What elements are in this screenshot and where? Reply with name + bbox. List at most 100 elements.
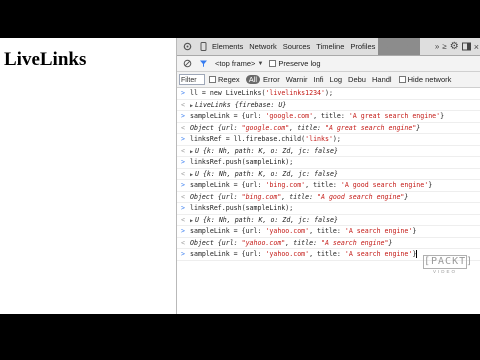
expand-triangle-icon[interactable]: ▶ [190, 172, 193, 178]
result-arrow-icon: < [181, 238, 185, 247]
tab-profiles[interactable]: Profiles [347, 38, 378, 55]
level-all[interactable]: All [245, 75, 261, 84]
result-arrow-icon: < [181, 123, 185, 132]
tab-sources[interactable]: Sources [280, 38, 314, 55]
inspect-icon[interactable] [181, 41, 193, 53]
code-token: U {k: Nh, path: K, o: Zd, jc: false} [195, 146, 338, 155]
code-token: U {k: Nh, path: K, o: Zd, jc: false} [195, 169, 338, 178]
clear-console-icon[interactable] [181, 58, 193, 70]
string-token: "A great search engine" [324, 123, 417, 132]
preserve-log-checkbox[interactable] [269, 60, 277, 67]
code-token: } [428, 181, 433, 189]
expand-triangle-icon[interactable]: ▶ [190, 218, 193, 224]
string-token: "A good search engine" [317, 192, 405, 201]
tab-resources[interactable]: Resources [378, 38, 421, 55]
console-input-line: > sampleLink = {url: 'yahoo.com', title: … [177, 226, 480, 238]
level-errors[interactable]: Error [260, 75, 283, 84]
result-arrow-icon: < [181, 215, 185, 224]
prompt-icon: > [181, 135, 185, 143]
console-input-line: > sampleLink = {url: 'bing.com', title: '… [177, 180, 480, 192]
prompt-icon: > [181, 89, 185, 97]
console-toolbar: <top frame> ▼ Preserve log [177, 56, 480, 72]
drawer-icon[interactable]: ≥ [442, 42, 446, 51]
code-token: sampleLink = {url: [190, 227, 266, 235]
code-token: , title: [305, 181, 341, 189]
hide-network-checkbox[interactable] [398, 76, 406, 83]
filter-input[interactable]: Filter [179, 74, 205, 85]
prompt-icon: > [181, 227, 185, 235]
code-token: sampleLink = {url: [190, 181, 266, 189]
code-token: linksRef.push(sampleLink); [190, 158, 294, 166]
console-output[interactable]: > ll = new LiveLinks('livelinks1234'); < ▶ L… [177, 88, 480, 314]
string-token: 'livelinks1234' [265, 89, 325, 97]
expand-triangle-icon[interactable]: ▶ [190, 149, 193, 155]
console-input-line: > sampleLink = {url: 'google.com', title:… [177, 111, 480, 123]
preserve-log-label: Preserve log [278, 59, 321, 68]
code-token: } [404, 192, 409, 201]
console-output-line: < ▶ U {k: Nh, path: K, o: Zd, jc: false} [177, 215, 480, 226]
console-input-line: > linksRef = ll.firebase.child('links'); [177, 134, 480, 146]
code-token: sampleLink = {url: [190, 112, 266, 120]
result-arrow-icon: < [181, 100, 185, 109]
string-token: "google.com" [241, 123, 290, 132]
tab-elements[interactable]: Elements [209, 38, 246, 55]
code-token: U {k: Nh, path: K, o: Zd, jc: false} [195, 215, 338, 224]
code-token: ); [332, 135, 341, 143]
gear-icon[interactable]: ⚙ [450, 41, 459, 52]
code-token: , title: [309, 227, 345, 235]
console-input-line: > linksRef.push(sampleLink); [177, 203, 480, 215]
code-token: , title: [289, 123, 325, 132]
result-arrow-icon: < [181, 169, 185, 178]
hide-network-label: Hide network [407, 75, 452, 84]
code-token: Object {url: [190, 238, 242, 247]
close-icon[interactable]: × [474, 42, 479, 52]
string-token: 'A search engine' [344, 250, 413, 258]
console-output-line: < ▶ U {k: Nh, path: K, o: Zd, jc: false} [177, 169, 480, 180]
console-input-line: > ll = new LiveLinks('livelinks1234'); [177, 88, 480, 100]
string-token: 'yahoo.com' [265, 250, 310, 258]
code-token: linksRef = ll.firebase.child( [190, 135, 306, 143]
result-arrow-icon: < [181, 146, 185, 155]
code-token: , title: [313, 112, 349, 120]
more-tabs-icon[interactable]: » [435, 42, 439, 51]
code-token: } [440, 112, 445, 120]
expand-triangle-icon[interactable]: ▶ [190, 103, 193, 109]
page-title: LiveLinks [4, 49, 87, 70]
string-token: 'google.com' [265, 112, 314, 120]
dock-icon[interactable] [461, 38, 471, 56]
code-token: Object {url: [190, 123, 242, 132]
string-token: 'bing.com' [265, 181, 306, 189]
console-output-line: < ▶ U {k: Nh, path: K, o: Zd, jc: false} [177, 146, 480, 157]
logo-mark: [PACKT] [423, 255, 474, 269]
packt-video-logo: [PACKT] VIDEO [423, 255, 474, 277]
level-info[interactable]: Infi [311, 75, 327, 84]
string-token: "yahoo.com" [241, 238, 286, 247]
string-token: 'yahoo.com' [265, 227, 310, 235]
level-warnings[interactable]: Warnir [283, 75, 311, 84]
device-mode-icon[interactable] [197, 41, 209, 53]
string-token: 'A great search engine' [348, 112, 441, 120]
chevron-down-icon: ▼ [257, 60, 264, 67]
level-handled[interactable]: Handl [369, 75, 395, 84]
filter-icon[interactable] [197, 58, 209, 70]
level-logs[interactable]: Log [327, 75, 346, 84]
code-token: linksRef.push(sampleLink); [190, 204, 294, 212]
string-token: "bing.com" [241, 192, 282, 201]
code-token: sampleLink = {url: [190, 250, 266, 258]
regex-label: Regex [218, 75, 240, 84]
code-token: } [388, 238, 393, 247]
logo-subtitle: VIDEO [432, 269, 457, 274]
console-input-line: > linksRef.push(sampleLink); [177, 157, 480, 169]
tab-timeline[interactable]: Timeline [313, 38, 347, 55]
string-token: 'A good search engine' [340, 181, 429, 189]
level-debug[interactable]: Debu [345, 75, 369, 84]
console-output-line: < Object {url: "bing.com", title: "A good… [177, 192, 480, 203]
code-token: Object {url: [190, 192, 242, 201]
context-select[interactable]: <top frame> [215, 59, 255, 68]
regex-checkbox[interactable] [209, 76, 216, 83]
string-token: 'links' [305, 135, 333, 143]
console-output-line: < Object {url: "google.com", title: "A gr… [177, 123, 480, 134]
prompt-icon: > [181, 158, 185, 166]
code-token: } [412, 227, 417, 235]
tab-network[interactable]: Network [246, 38, 280, 55]
